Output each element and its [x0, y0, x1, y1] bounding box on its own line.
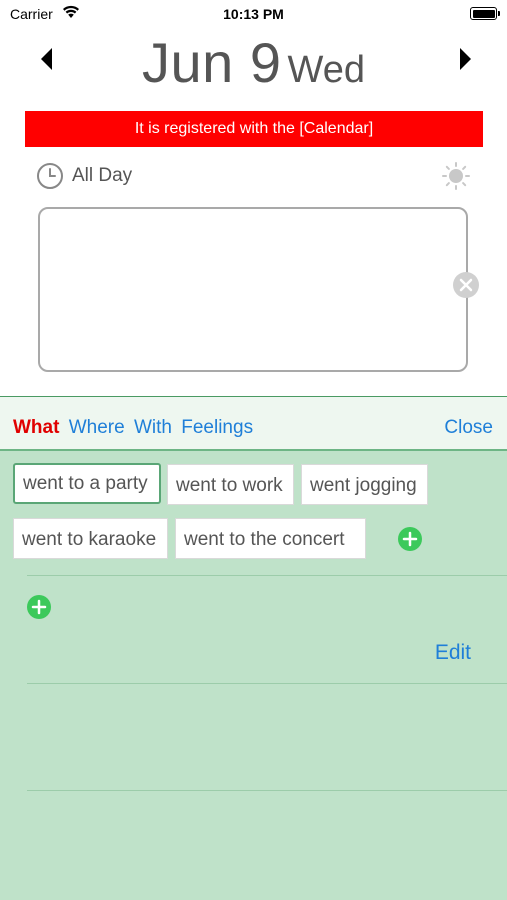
- clear-x-icon[interactable]: [452, 271, 480, 299]
- tab-what[interactable]: What: [13, 417, 59, 438]
- status-time: 10:13 PM: [223, 6, 284, 22]
- category-tabs: What Where With Feelings: [13, 417, 257, 439]
- tab-with[interactable]: With: [134, 417, 172, 438]
- date-text: Jun 9: [142, 31, 282, 94]
- battery-icon: [470, 7, 500, 20]
- keyword-panel: What Where With Feelings Close went to a…: [0, 396, 507, 900]
- edit-button[interactable]: Edit: [435, 641, 471, 665]
- calendar-registered-banner: It is registered with the [Calendar]: [25, 111, 483, 147]
- date-title: Jun 9 Wed: [0, 30, 507, 95]
- add-row-button[interactable]: [26, 594, 52, 620]
- keyword-chip[interactable]: went jogging: [301, 464, 428, 505]
- row-divider: [27, 683, 507, 684]
- next-day-button[interactable]: [454, 44, 474, 74]
- keyword-chip[interactable]: went to karaoke: [13, 518, 168, 559]
- keyword-chip[interactable]: went to the concert: [175, 518, 366, 559]
- status-bar: Carrier 10:13 PM: [0, 0, 507, 28]
- tab-feelings[interactable]: Feelings: [181, 417, 253, 438]
- add-keyword-button[interactable]: [397, 526, 423, 552]
- note-text-area[interactable]: [38, 207, 468, 372]
- sun-icon[interactable]: [442, 162, 470, 190]
- row-divider: [27, 575, 507, 576]
- panel-header: What Where With Feelings Close: [0, 397, 507, 451]
- all-day-label[interactable]: All Day: [72, 165, 132, 187]
- tab-where[interactable]: Where: [69, 417, 125, 438]
- row-divider: [27, 790, 507, 791]
- weekday-text: Wed: [287, 49, 365, 91]
- keyword-chip[interactable]: went to a party: [13, 463, 161, 504]
- close-button[interactable]: Close: [444, 417, 493, 439]
- triangle-right-icon: [460, 48, 471, 70]
- keyword-chip[interactable]: went to work: [167, 464, 294, 505]
- clock-icon[interactable]: [36, 162, 64, 190]
